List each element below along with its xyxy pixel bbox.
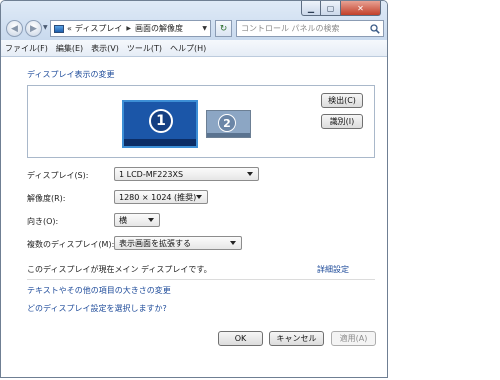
monitor-2-taskbar	[207, 133, 250, 137]
primary-display-status: このディスプレイが現在メイン ディスプレイです。	[27, 265, 212, 274]
multiple-displays-select[interactable]: 表示画面を拡張する	[114, 236, 242, 250]
monitor-2-thumbnail[interactable]: 2	[206, 110, 251, 138]
display-label: ディスプレイ(S):	[27, 171, 89, 180]
menu-bar: ファイル(F) 編集(E) 表示(V) ツール(T) ヘルプ(H)	[1, 40, 387, 57]
search-icon	[370, 23, 380, 34]
orientation-select[interactable]: 横	[114, 213, 160, 227]
monitor-2-number: 2	[218, 114, 236, 132]
close-button[interactable]: ✕	[341, 1, 381, 16]
forward-arrow-icon: ▶	[30, 23, 37, 34]
which-settings-link[interactable]: どのディスプレイ設定を選択しますか?	[27, 303, 167, 314]
back-arrow-icon: ◀	[11, 23, 18, 34]
minimize-button[interactable]: ▁	[301, 1, 321, 16]
caption-buttons: ▁ ▢ ✕	[301, 1, 381, 16]
resolution-select[interactable]: 1280 × 1024 (推奨)	[114, 190, 208, 204]
display-select-value: 1 LCD-MF223XS	[119, 169, 184, 179]
refresh-button[interactable]: ↻	[215, 20, 232, 37]
chevron-right-icon[interactable]: ▶	[126, 25, 131, 32]
page-title: ディスプレイ表示の変更	[27, 70, 115, 79]
menu-tools[interactable]: ツール(T)	[127, 43, 162, 54]
maximize-button[interactable]: ▢	[321, 1, 341, 16]
breadcrumb-screen-resolution[interactable]: 画面の解像度	[135, 23, 183, 34]
address-dropdown-icon[interactable]: ▼	[202, 25, 207, 32]
maximize-icon: ▢	[326, 3, 335, 13]
menu-help[interactable]: ヘルプ(H)	[170, 43, 206, 54]
multiple-displays-label: 複数のディスプレイ(M):	[27, 240, 115, 249]
address-bar[interactable]: « ディスプレイ ▶ 画面の解像度 ▼	[50, 20, 211, 37]
recent-pages-dropdown-icon[interactable]: ▼	[43, 24, 48, 31]
advanced-settings-link[interactable]: 詳細設定	[317, 264, 349, 275]
monitor-1-number: 1	[149, 109, 173, 133]
search-input[interactable]: コントロール パネルの検索	[241, 23, 370, 34]
window-chrome: ▁ ▢ ✕ ◀ ▶ ▼ « ディスプレイ ▶ 画面の解像度 ▼ ↻ コントロール…	[1, 1, 387, 40]
divider	[27, 279, 375, 280]
resolution-label: 解像度(R):	[27, 194, 66, 203]
chevron-down-icon	[196, 195, 203, 199]
back-button[interactable]: ◀	[6, 20, 23, 37]
close-icon: ✕	[357, 3, 364, 13]
search-box[interactable]: コントロール パネルの検索	[236, 20, 384, 37]
menu-file[interactable]: ファイル(F)	[5, 43, 48, 54]
chevron-down-icon	[230, 241, 236, 245]
content-area: ディスプレイ表示の変更 1 2 検出(C) 識別(I) ディスプレイ(S): 1…	[1, 57, 387, 377]
multiple-displays-select-value: 表示画面を拡張する	[119, 238, 191, 248]
forward-button[interactable]: ▶	[25, 20, 42, 37]
monitor-arrangement-panel: 1 2 検出(C) 識別(I)	[27, 85, 375, 158]
ok-button[interactable]: OK	[218, 331, 263, 346]
menu-view[interactable]: 表示(V)	[91, 43, 119, 54]
identify-button[interactable]: 識別(I)	[321, 114, 363, 129]
display-settings-window: ▁ ▢ ✕ ◀ ▶ ▼ « ディスプレイ ▶ 画面の解像度 ▼ ↻ コントロール…	[0, 0, 388, 378]
cancel-button[interactable]: キャンセル	[269, 331, 324, 346]
breadcrumb-display[interactable]: ディスプレイ	[75, 23, 122, 34]
display-select[interactable]: 1 LCD-MF223XS	[114, 167, 259, 181]
monitor-1-taskbar	[124, 139, 196, 146]
chevron-down-icon	[247, 172, 253, 176]
detect-button[interactable]: 検出(C)	[321, 93, 363, 108]
chevron-down-icon	[148, 218, 154, 222]
minimize-icon: ▁	[307, 3, 315, 13]
orientation-select-value: 横	[119, 215, 127, 225]
resolution-select-value: 1280 × 1024 (推奨)	[119, 192, 197, 202]
control-panel-icon	[54, 24, 64, 33]
orientation-label: 向き(O):	[27, 217, 59, 226]
menu-edit[interactable]: 編集(E)	[56, 43, 83, 54]
apply-button[interactable]: 適用(A)	[331, 331, 376, 346]
text-size-link[interactable]: テキストやその他の項目の大きさの変更	[27, 285, 171, 296]
monitor-1-thumbnail[interactable]: 1	[122, 100, 198, 148]
breadcrumb-overflow[interactable]: «	[67, 24, 72, 33]
refresh-icon: ↻	[219, 23, 228, 34]
